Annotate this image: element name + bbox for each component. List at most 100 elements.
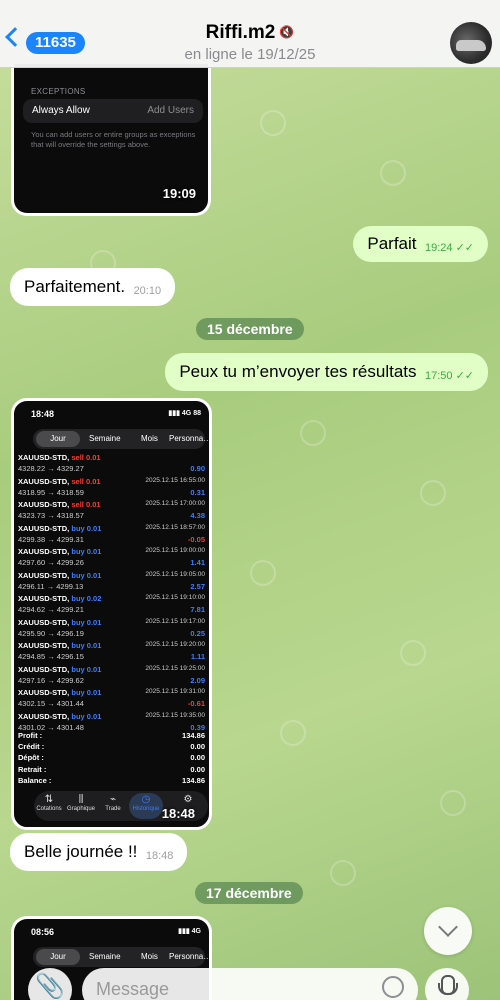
settings-gear-icon: ⚙ (183, 794, 193, 805)
trade-date: 2025.12.15 19:25:00 (145, 664, 205, 672)
history-icon: ◷ (141, 794, 151, 805)
message-text: Parfaitement. (24, 277, 126, 296)
chevron-down-icon (438, 917, 458, 937)
incoming-message[interactable]: Parfaitement. 20:10 (10, 268, 176, 306)
trade-profit: 0.25 (190, 628, 205, 638)
message-field[interactable] (82, 968, 418, 1000)
asset-symbol: XAUUSD-STD, (18, 570, 70, 580)
message-text: Belle journée !! (24, 842, 138, 861)
trade-side: buy 0.01 (71, 641, 102, 650)
trade-side: buy 0.01 (71, 617, 102, 627)
message-time: 17:50 ✓✓ (425, 370, 474, 382)
summary-value: 0.00 (190, 742, 205, 752)
asset-symbol: XAUUSD-STD, (18, 500, 70, 509)
trade-profit: 4.38 (190, 511, 205, 520)
always-allow-row: Always Allow Add Users (23, 99, 203, 123)
nav-historique: ◷ Historique (131, 794, 161, 812)
trade-prices: 4297.60 → 4299.26 (18, 558, 84, 567)
trade-prices: 4323.73 → 4318.57 (18, 511, 84, 520)
contact-name[interactable]: Riffi.m2 (206, 22, 276, 43)
trade-prices: 4302.15 → 4301.44 (18, 699, 84, 708)
network-label: ▮▮▮ 4G (178, 927, 201, 935)
status-time: 08:56 (31, 927, 55, 937)
image-message-exceptions[interactable]: EXCEPTIONS Always Allow Add Users You ca… (11, 64, 211, 216)
trade-asset: XAUUSD-STD, sell 0.01 (18, 500, 101, 509)
network-battery: ▮▮▮ 4G 88 (168, 409, 201, 417)
trade-side: buy 0.01 (71, 523, 102, 533)
contact-avatar[interactable] (450, 22, 492, 64)
trade-asset: XAUUSD-STD, buy 0.01 (18, 641, 101, 650)
message-time: 20:10 (133, 285, 162, 298)
trade-date: 2025.12.15 19:35:00 (145, 711, 205, 719)
tab-personnalise: Personna… (169, 434, 212, 443)
trade-asset: XAUUSD-STD, buy 0.01 (18, 665, 101, 674)
message-text: Peux tu m’envoyer tes résultats (179, 362, 417, 381)
trade-prices: 4294.85 → 4296.15 (18, 652, 84, 661)
message-time-value: 19:24 (424, 242, 453, 255)
trade-profit: 0.90 (190, 464, 205, 473)
trade-prices: 4297.16 → 4299.62 (18, 675, 84, 685)
trade-side: sell 0.01 (71, 500, 101, 509)
date-separator: 15 décembre (196, 318, 304, 340)
trade-date: 2025.12.15 19:17:00 (145, 617, 205, 625)
message-time: 19:24 ✓✓ (425, 242, 474, 254)
image-message-trading-history[interactable]: 18:48 ▮▮▮ 4G 88 Jour Semaine Mois Person… (11, 398, 212, 830)
asset-symbol: XAUUSD-STD, (18, 547, 70, 556)
tab-mois: Mois (141, 952, 158, 961)
chat-title[interactable]: Riffi.m2 🔇 (0, 22, 500, 44)
trade-date: 2025.12.15 19:31:00 (145, 688, 205, 695)
trade-side: buy 0.01 (71, 570, 102, 580)
message-time-value: 17:50 (424, 370, 453, 383)
trade-asset: XAUUSD-STD, buy 0.01 (18, 688, 101, 697)
add-users-label: Add Users (147, 105, 194, 116)
sticker-icon[interactable] (382, 976, 404, 998)
trade-prices: 4328.22 → 4329.27 (18, 464, 84, 473)
trade-side: buy 0.01 (71, 688, 102, 697)
trade-date: 2025.12.15 16:55:00 (145, 476, 205, 484)
trade-asset: XAUUSD-STD, buy 0.01 (18, 571, 101, 580)
asset-symbol: XAUUSD-STD, (18, 453, 70, 462)
summary-value: 134.86 (182, 775, 205, 785)
incoming-message[interactable]: Belle journée !! 18:48 (10, 833, 188, 871)
outgoing-message[interactable]: Parfait 19:24 ✓✓ (353, 226, 488, 262)
summary-value: 0.00 (190, 753, 205, 763)
trade-row: XAUUSD-STD, buy 0.02 4294.62 → 4299.21 202… (18, 594, 209, 618)
asset-symbol: XAUUSD-STD, (18, 711, 70, 721)
outgoing-message[interactable]: Peux tu m’envoyer tes résultats 17:50 ✓✓ (165, 353, 488, 391)
exceptions-note: You can add users or entire groups as ex… (31, 130, 196, 149)
contact-last-seen: en ligne le 19/12/25 (184, 46, 316, 63)
trade-asset: XAUUSD-STD, sell 0.01 (18, 453, 101, 462)
microphone-icon[interactable] (425, 968, 469, 1000)
trade-date: 2025.12.15 18:57:00 (145, 523, 205, 531)
trade-row: XAUUSD-STD, sell 0.01 4328.22 → 4329.27 0.… (18, 453, 209, 477)
muted-icon: 🔇 (279, 25, 295, 39)
nav-label: Trade (105, 806, 121, 812)
trade-date: 2025.12.15 17:00:00 (145, 500, 205, 507)
asset-symbol: XAUUSD-STD, (18, 664, 70, 674)
trade-row: XAUUSD-STD, buy 0.01 4299.38 → 4299.31 202… (18, 524, 209, 548)
tab-semaine: Semaine (89, 434, 121, 443)
trade-profit: 2.09 (190, 675, 205, 685)
trade-profit: 1.41 (190, 558, 205, 567)
asset-symbol: XAUUSD-STD, (18, 523, 70, 533)
trade-profit: -0.05 (187, 534, 205, 544)
summary-key: Crédit : (18, 742, 45, 752)
message-time: 19:09 (162, 186, 196, 201)
message-input[interactable] (96, 976, 366, 1000)
attach-paperclip-icon[interactable]: 📎 (28, 968, 72, 1000)
tab-jour: Jour (36, 431, 80, 447)
trade-prices: 4318.95 → 4318.59 (18, 487, 84, 497)
nav-cotations: ⇅ Cotations (34, 794, 64, 812)
read-checks-icon: ✓✓ (455, 242, 474, 255)
trade-asset: XAUUSD-STD, buy 0.01 (18, 712, 101, 721)
trade-row: XAUUSD-STD, buy 0.01 4302.15 → 4301.44 202… (18, 688, 209, 712)
asset-symbol: XAUUSD-STD, (18, 617, 70, 627)
trade-row: XAUUSD-STD, buy 0.01 4301.02 → 4301.48 202… (18, 712, 209, 736)
scroll-to-bottom-button[interactable] (424, 907, 472, 955)
summary-key: Retrait : (18, 764, 47, 774)
nav-parametres: ⚙ (173, 794, 203, 806)
trade-asset: XAUUSD-STD, buy 0.01 (18, 524, 101, 533)
trade-asset: XAUUSD-STD, buy 0.02 (18, 594, 101, 603)
battery-level: 88 (193, 410, 201, 417)
phone-status-bar: 08:56 ▮▮▮ 4G (14, 927, 209, 941)
